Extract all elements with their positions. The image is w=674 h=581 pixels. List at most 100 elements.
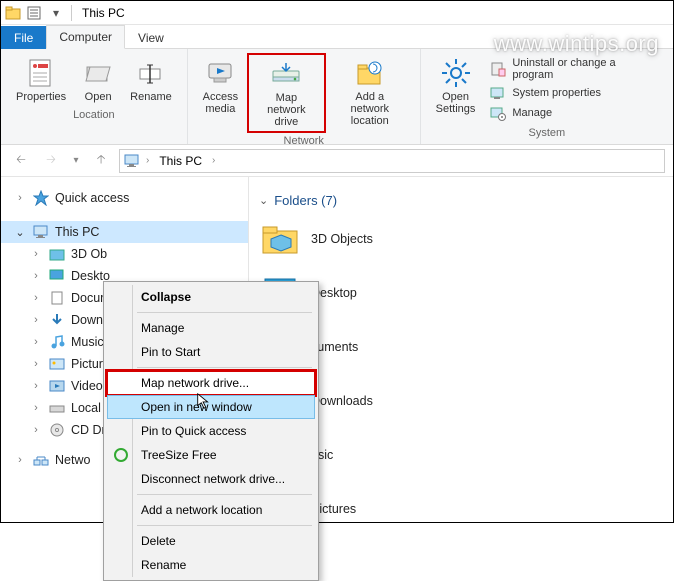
nav-label: This PC	[55, 225, 99, 239]
expand-icon[interactable]: ›	[29, 314, 43, 326]
ribbon-group-network: Access media Map network drive Add a net…	[188, 49, 421, 144]
expand-icon[interactable]: ›	[29, 424, 43, 436]
system-properties-button[interactable]: System properties	[488, 84, 661, 102]
ctx-pin-start[interactable]: Pin to Start	[107, 340, 315, 364]
ctx-delete[interactable]: Delete	[107, 529, 315, 553]
uninstall-label: Uninstall or change a program	[512, 57, 659, 81]
expand-icon[interactable]: ›	[29, 358, 43, 370]
expand-icon[interactable]: ›	[13, 454, 27, 466]
ctx-collapse[interactable]: Collapse	[107, 285, 315, 309]
network-icon	[33, 452, 49, 468]
chevron-right-icon[interactable]: ›	[212, 155, 215, 166]
folders-header[interactable]: ⌄ Folders (7)	[259, 193, 673, 208]
open-icon	[82, 57, 114, 89]
chevron-right-icon[interactable]: ›	[146, 155, 149, 166]
desktop-icon	[49, 268, 65, 284]
nav-label: Downl	[71, 313, 106, 327]
breadcrumb-this-pc[interactable]: This PC	[155, 152, 206, 170]
access-media-button[interactable]: Access media	[196, 53, 245, 119]
ctx-map-network-drive[interactable]: Map network drive...	[107, 371, 315, 395]
documents-icon	[49, 290, 65, 306]
rename-label: Rename	[130, 91, 172, 103]
qat-properties-icon[interactable]	[25, 5, 43, 21]
nav-history-dropdown[interactable]: ▾	[69, 149, 83, 173]
expand-icon[interactable]: ›	[29, 292, 43, 304]
ctx-add-network-location[interactable]: Add a network location	[107, 498, 315, 522]
media-icon	[204, 57, 236, 89]
uninstall-icon	[490, 61, 506, 77]
expand-icon[interactable]: ›	[29, 270, 43, 282]
tab-file[interactable]: File	[1, 26, 46, 49]
nav-this-pc[interactable]: ⌄ This PC	[1, 221, 248, 243]
expand-icon[interactable]: ›	[29, 380, 43, 392]
expand-icon[interactable]: ›	[13, 192, 27, 204]
manage-icon	[490, 105, 506, 121]
ribbon-group-location: Properties Open Rename Location	[1, 49, 188, 144]
context-menu: Collapse Manage Pin to Start Map network…	[103, 281, 319, 581]
rename-button[interactable]: Rename	[123, 53, 179, 107]
ctx-treesize[interactable]: TreeSize Free	[107, 443, 315, 467]
manage-button[interactable]: Manage	[488, 104, 661, 122]
music-icon	[49, 334, 65, 350]
divider	[71, 5, 72, 21]
tab-view[interactable]: View	[125, 26, 177, 49]
folder-3d-objects[interactable]: 3D Objects	[259, 216, 519, 262]
tab-computer[interactable]: Computer	[46, 25, 125, 49]
drive-icon	[49, 400, 65, 416]
access-media-label: Access media	[203, 91, 238, 115]
folder-label: 3D Objects	[311, 232, 373, 246]
open-settings-label: Open Settings	[436, 91, 476, 115]
sysprops-icon	[490, 85, 506, 101]
uninstall-program-button[interactable]: Uninstall or change a program	[488, 56, 661, 82]
nav-back-button[interactable]: 🡠	[9, 149, 33, 173]
open-label: Open	[85, 91, 112, 103]
ctx-pin-quick-access[interactable]: Pin to Quick access	[107, 419, 315, 443]
group-label-network: Network	[284, 135, 324, 147]
ribbon: Properties Open Rename Location Access m…	[1, 49, 673, 145]
expand-icon[interactable]: ›	[29, 402, 43, 414]
ctx-disconnect-drive[interactable]: Disconnect network drive...	[107, 467, 315, 491]
nav-label: Quick access	[55, 191, 129, 205]
properties-label: Properties	[16, 91, 66, 103]
open-settings-button[interactable]: Open Settings	[429, 53, 483, 119]
window-title: This PC	[82, 6, 125, 20]
ctx-rename[interactable]: Rename	[107, 553, 315, 577]
explorer-icon	[5, 5, 21, 21]
ribbon-group-system: Open Settings Uninstall or change a prog…	[421, 49, 673, 144]
folder-icon	[49, 246, 65, 262]
star-icon	[33, 190, 49, 206]
map-network-drive-button[interactable]: Map network drive	[247, 53, 326, 133]
add-location-icon	[354, 57, 386, 89]
separator	[137, 494, 312, 495]
properties-button[interactable]: Properties	[9, 53, 73, 107]
properties-icon	[25, 57, 57, 89]
nav-quick-access[interactable]: › Quick access	[1, 187, 248, 209]
nav-label: Music	[71, 335, 104, 349]
ribbon-tabs: File Computer View	[1, 25, 673, 49]
qat-dropdown-icon[interactable]: ▾	[47, 5, 65, 21]
open-button[interactable]: Open	[75, 53, 121, 107]
videos-icon	[49, 378, 65, 394]
expand-icon[interactable]: ›	[29, 248, 43, 260]
address-bar: 🡠 🡢 ▾ 🡡 › This PC ›	[1, 145, 673, 177]
nav-forward-button[interactable]: 🡢	[39, 149, 63, 173]
cd-icon	[49, 422, 65, 438]
this-pc-icon	[33, 224, 49, 240]
this-pc-icon	[124, 153, 140, 169]
rename-icon	[135, 57, 167, 89]
expand-icon[interactable]: ›	[29, 336, 43, 348]
collapse-icon[interactable]: ⌄	[13, 226, 27, 239]
nav-up-button[interactable]: 🡡	[89, 149, 113, 173]
group-label-location: Location	[73, 109, 115, 121]
pictures-icon	[49, 356, 65, 372]
nav-3d-objects[interactable]: ›3D Ob	[1, 243, 248, 265]
separator	[137, 525, 312, 526]
group-label-system: System	[529, 127, 566, 139]
ctx-manage[interactable]: Manage	[107, 316, 315, 340]
address-box[interactable]: › This PC ›	[119, 149, 665, 173]
add-network-location-button[interactable]: Add a network location	[328, 53, 412, 131]
separator	[137, 367, 312, 368]
treesize-icon	[113, 447, 129, 463]
chevron-down-icon: ⌄	[259, 194, 268, 207]
ctx-open-new-window[interactable]: Open in new window	[107, 395, 315, 419]
